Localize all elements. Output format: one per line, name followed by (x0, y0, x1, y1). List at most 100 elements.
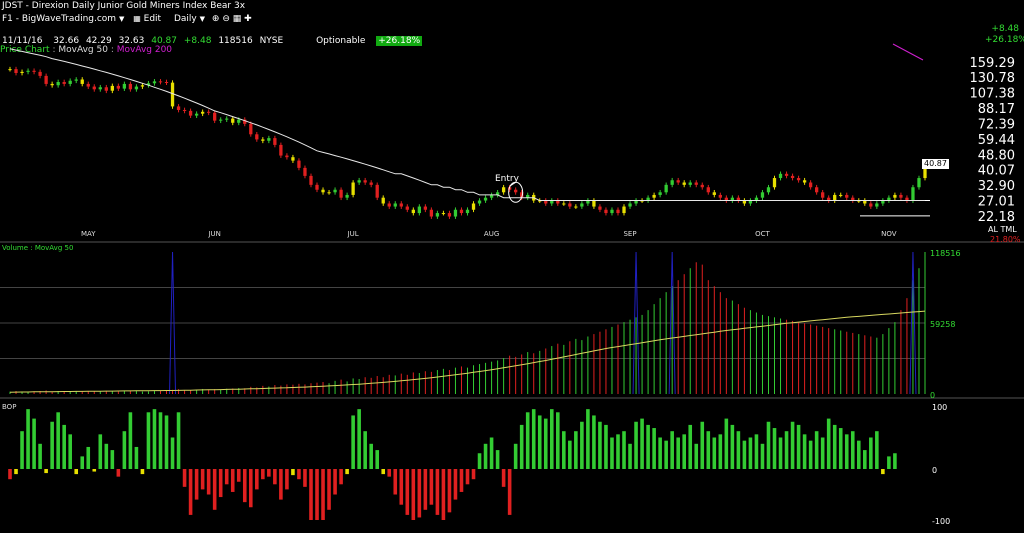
price-tick-label: 40.07 (978, 164, 1015, 179)
bop-bar (32, 418, 36, 469)
bop-bar (116, 469, 121, 477)
candle-body (327, 192, 331, 194)
bop-bar (411, 469, 416, 520)
bop-bar (796, 424, 801, 469)
candle-body (369, 182, 373, 185)
bop-bar (712, 437, 717, 469)
volume-tick-label: 59258 (930, 320, 955, 329)
candle-body (339, 189, 343, 198)
bop-bar (285, 469, 289, 490)
bop-bar (459, 469, 464, 492)
price-tick-label: 88.17 (978, 102, 1015, 117)
bop-bar (549, 409, 554, 469)
candle-body (598, 206, 602, 210)
month-label: NOV (881, 230, 897, 238)
price-tick-label: 27.01 (978, 195, 1015, 210)
bop-bar (652, 428, 656, 469)
price-axis: 159.29130.78107.3888.1772.3959.4448.8040… (970, 56, 1016, 225)
bop-bar (531, 409, 536, 469)
candle-body (267, 138, 271, 141)
month-label: MAY (81, 230, 96, 238)
bop-bar (869, 437, 873, 469)
ma200-segment (892, 43, 924, 61)
price-tick-label: 22.18 (978, 210, 1015, 225)
candle-body (417, 206, 421, 214)
candle-body (303, 167, 307, 176)
candle-body (333, 189, 337, 193)
candle-body (465, 209, 470, 214)
bop-bar (802, 434, 807, 469)
candle-body (670, 180, 674, 185)
bop-bar (718, 434, 723, 469)
candle-body (219, 119, 223, 121)
bop-bar (242, 469, 247, 503)
bop-bar (255, 469, 259, 490)
price-tick-label: 32.90 (978, 179, 1015, 194)
bop-bar (369, 443, 373, 469)
bop-bar (273, 469, 277, 485)
candle-body (447, 213, 452, 217)
bop-bar (562, 431, 566, 469)
candle-body (501, 187, 506, 193)
bop-bar (580, 421, 584, 469)
bop-bar (303, 469, 307, 487)
candle-body (273, 138, 277, 145)
bop-bar (248, 469, 253, 508)
candle-body (104, 87, 108, 91)
bop-bar (44, 469, 48, 474)
candle-body (839, 194, 843, 196)
candle-body (652, 194, 656, 198)
bop-tick-label: 100 (932, 403, 947, 412)
candle-body (429, 209, 434, 217)
bop-bar (730, 424, 735, 469)
candle-body (694, 182, 698, 185)
bop-bar (417, 469, 422, 518)
candle-body (140, 85, 145, 87)
candle-body (917, 178, 921, 188)
candle-body (399, 203, 403, 207)
candle-body (116, 85, 120, 89)
candle-body (387, 203, 391, 207)
candle-body (760, 192, 765, 198)
month-label: OCT (755, 230, 770, 238)
candle-body (255, 134, 259, 140)
price-candles (8, 66, 927, 219)
bop-bar (856, 440, 861, 469)
candle-body (514, 189, 518, 193)
price-tick-label: 48.80 (978, 148, 1015, 163)
bop-bar (501, 469, 506, 487)
bop-bar (543, 418, 548, 469)
candle-body (14, 69, 18, 73)
bop-bar (893, 453, 897, 469)
bop-bar (333, 469, 337, 495)
bop-bar (38, 443, 42, 469)
bop-bar (838, 428, 843, 469)
candle-body (237, 119, 241, 123)
bop-bar (261, 469, 265, 480)
candle-body (152, 81, 157, 84)
candle-body (664, 184, 668, 193)
bop-bar (429, 469, 434, 505)
bop-bar (68, 434, 72, 469)
bop-bar (604, 424, 608, 469)
candle-body (134, 86, 139, 90)
bop-bar (393, 469, 398, 495)
candle-body (38, 71, 42, 76)
bop-bar (688, 424, 693, 469)
candle-body (772, 178, 777, 188)
bop-bar (742, 440, 747, 469)
candle-body (158, 81, 163, 83)
bop-bar (495, 450, 500, 469)
bop-bar (140, 469, 145, 475)
bop-bar (321, 469, 325, 520)
bop-bar (26, 409, 30, 469)
bop-bar (754, 434, 759, 469)
candle-body (616, 209, 620, 214)
bop-tick-label: -100 (932, 517, 950, 526)
bop-bar (706, 431, 711, 469)
chart-canvas[interactable]: 159.29130.78107.3888.1772.3959.4448.8040… (0, 0, 1024, 533)
bop-bar (850, 431, 855, 469)
candle-body (574, 206, 578, 208)
candle-body (712, 192, 716, 195)
bop-bar (399, 469, 404, 505)
